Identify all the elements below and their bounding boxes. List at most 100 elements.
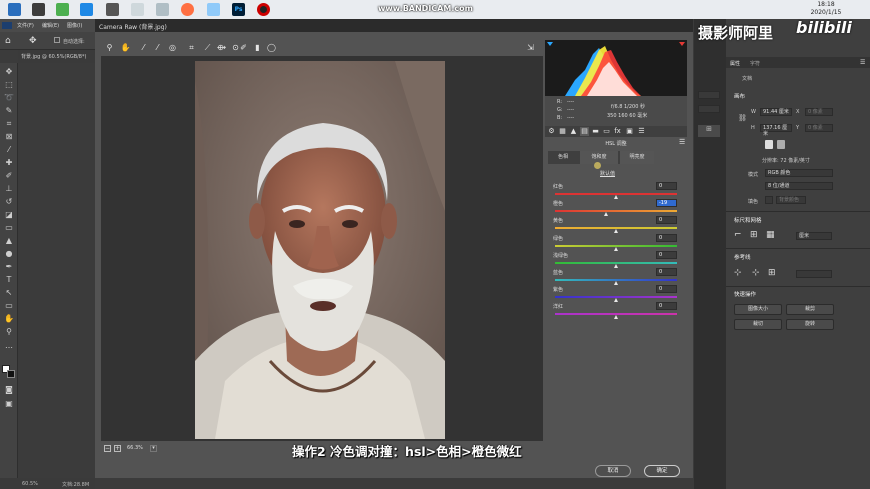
document-tab[interactable]: 背景.jpg @ 60.5%(RGB/8*): [18, 50, 95, 63]
fill-select[interactable]: 背景颜色: [776, 196, 806, 204]
slider-thumb[interactable]: [613, 246, 618, 251]
cancel-button[interactable]: 取消: [595, 465, 631, 477]
zoom-dropdown-icon[interactable]: ▾: [150, 445, 157, 452]
default-link[interactable]: 默认值: [600, 170, 615, 177]
photoshop-icon[interactable]: Ps: [232, 3, 245, 16]
lasso-tool-icon[interactable]: ➰: [4, 93, 14, 103]
more-tools-icon[interactable]: …: [4, 341, 14, 351]
slider-value-field[interactable]: 0: [656, 285, 677, 294]
slider-thumb[interactable]: [613, 281, 618, 285]
menu-edit[interactable]: 编辑(E): [42, 22, 59, 29]
tab-character[interactable]: 字符: [750, 60, 760, 67]
zoom-tool-icon[interactable]: ⚲: [104, 42, 115, 53]
app-icon-2[interactable]: [56, 3, 69, 16]
color-sampler-icon[interactable]: ⁄: [152, 42, 163, 53]
trim-button[interactable]: 裁切: [734, 319, 782, 330]
background-color-swatch[interactable]: [7, 370, 15, 378]
hsl-panel-icon[interactable]: ▤: [580, 127, 589, 136]
marquee-tool-icon[interactable]: ⬚: [4, 80, 14, 90]
fx-panel-icon[interactable]: fx: [613, 127, 622, 136]
quick-mask-icon[interactable]: ◙: [4, 385, 14, 395]
rulers-section-title[interactable]: 标尺和网格: [734, 216, 762, 224]
camera-app-icon[interactable]: [106, 3, 119, 16]
fill-swatch[interactable]: [765, 196, 773, 204]
y-field[interactable]: 0 像素: [805, 124, 833, 132]
home-icon[interactable]: ⌂: [5, 36, 11, 46]
stamp-tool-icon[interactable]: ⊥: [4, 184, 14, 194]
targeted-adjust-icon[interactable]: ◎: [167, 42, 178, 53]
healing-brush-icon[interactable]: ✚: [4, 158, 14, 168]
slider-value-field[interactable]: 0: [656, 216, 677, 225]
panel-menu-icon[interactable]: ☰: [860, 59, 865, 66]
slider-value-field[interactable]: -19: [656, 199, 677, 208]
smart-guide-icon[interactable]: ⊞: [768, 268, 776, 278]
pixel-grid-icon[interactable]: ▦: [766, 230, 775, 240]
shadow-clip-indicator[interactable]: [547, 42, 553, 46]
app-icon-1[interactable]: [32, 3, 45, 16]
blur-tool-icon[interactable]: ▲: [4, 236, 14, 246]
zoom-out-button[interactable]: −: [104, 445, 111, 452]
white-balance-icon[interactable]: ⁄: [138, 42, 149, 53]
hand-tool-icon[interactable]: ✋: [4, 314, 14, 324]
slider-thumb[interactable]: [613, 315, 618, 320]
app-icon-3[interactable]: [80, 3, 93, 16]
bitdepth-select[interactable]: 8 位/通道: [765, 182, 833, 190]
zoom-level[interactable]: 66.3%: [127, 445, 143, 451]
app-icon-5[interactable]: [131, 3, 144, 16]
screen-mode-icon[interactable]: ▣: [4, 399, 14, 409]
slider-thumb[interactable]: [613, 263, 618, 268]
lens-correction-icon[interactable]: ▭: [602, 127, 611, 136]
radial-filter-icon[interactable]: ◯: [266, 42, 277, 53]
grid-icon[interactable]: ⊞: [750, 230, 758, 240]
straighten-icon[interactable]: ⟋: [202, 42, 213, 53]
presets-icon[interactable]: ☰: [637, 127, 646, 136]
brush-tool-icon[interactable]: ✐: [4, 171, 14, 181]
slider-thumb[interactable]: [613, 195, 618, 199]
tone-curve-icon[interactable]: ▦: [558, 127, 567, 136]
app-icon-8[interactable]: [207, 3, 220, 16]
quick-select-icon[interactable]: ✎: [4, 106, 14, 116]
guides-section-title[interactable]: 参考线: [734, 253, 751, 261]
strip-lock-icon[interactable]: ⊞: [698, 125, 720, 137]
tab-hue[interactable]: 色相: [548, 151, 578, 164]
basic-panel-icon[interactable]: ⚙: [547, 127, 556, 136]
crop-tool-icon[interactable]: ⌗: [186, 42, 197, 53]
image-size-button[interactable]: 图像大小: [734, 304, 782, 315]
crop-tool-icon[interactable]: ⌗: [4, 119, 14, 129]
browser-icon[interactable]: [181, 3, 194, 16]
type-tool-icon[interactable]: T: [4, 275, 14, 285]
mode-select[interactable]: RGB 颜色: [765, 169, 833, 177]
tab-properties[interactable]: 属性: [730, 60, 740, 67]
zoom-tool-icon[interactable]: ⚲: [4, 327, 14, 337]
x-field[interactable]: 0 像素: [805, 108, 833, 116]
start-icon[interactable]: [8, 3, 21, 16]
auto-select-checkbox[interactable]: [54, 37, 60, 43]
detail-panel-icon[interactable]: ▲: [569, 127, 578, 136]
dodge-tool-icon[interactable]: ●: [4, 249, 14, 259]
highlight-clip-indicator[interactable]: [679, 42, 685, 46]
record-icon[interactable]: [257, 3, 270, 16]
zoom-in-button[interactable]: +: [114, 445, 121, 452]
guide-icon[interactable]: ⊹: [734, 268, 742, 278]
quick-actions-title[interactable]: 快速操作: [734, 290, 756, 298]
pen-tool-icon[interactable]: ✒: [4, 262, 14, 272]
menu-file[interactable]: 文件(F): [17, 22, 34, 29]
shape-tool-icon[interactable]: ▭: [4, 301, 14, 311]
open-preferences-icon[interactable]: ⇲: [525, 42, 536, 53]
move-tool-icon[interactable]: ✥: [29, 36, 37, 46]
eyedropper-icon[interactable]: ⁄: [4, 145, 14, 155]
slider-value-field[interactable]: 0: [656, 233, 677, 242]
adjustment-brush-icon[interactable]: ✐: [238, 42, 249, 53]
guide-style-select[interactable]: [796, 270, 832, 278]
ok-button[interactable]: 确定: [644, 465, 680, 477]
guide-layout-icon[interactable]: ⊹: [752, 268, 760, 278]
gradient-icon[interactable]: ▭: [4, 223, 14, 233]
slider-thumb[interactable]: [613, 229, 618, 234]
slider-value-field[interactable]: 0: [656, 268, 677, 276]
frame-tool-icon[interactable]: ⊠: [4, 132, 14, 142]
path-select-icon[interactable]: ↖: [4, 288, 14, 298]
history-brush-icon[interactable]: ↺: [4, 197, 14, 207]
slider-track[interactable]: [555, 210, 677, 213]
link-icon[interactable]: ⛓: [738, 114, 747, 122]
slider-value-field[interactable]: 0: [656, 302, 677, 311]
